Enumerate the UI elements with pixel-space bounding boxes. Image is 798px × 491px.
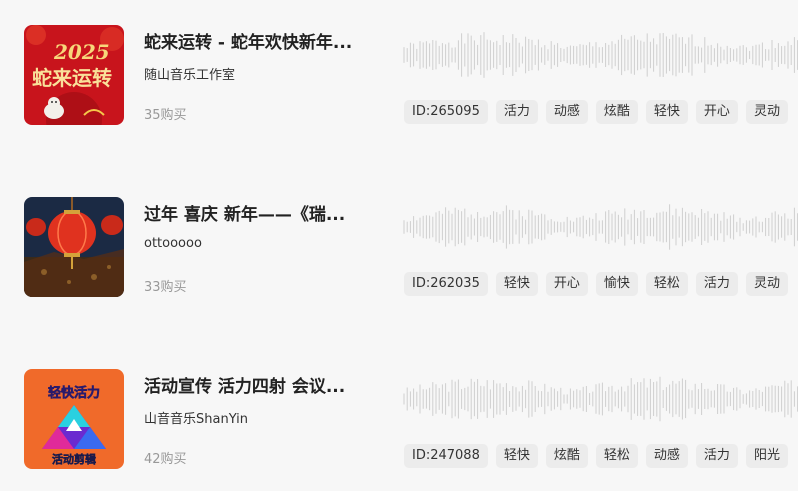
tag[interactable]: 炫酷 bbox=[545, 444, 588, 468]
tag[interactable]: 灵动 bbox=[745, 272, 788, 296]
cover-image[interactable]: 2025 蛇来运转 bbox=[24, 25, 124, 125]
track-title[interactable]: 过年 喜庆 新年——《瑞... bbox=[144, 200, 369, 225]
waveform[interactable] bbox=[400, 374, 798, 424]
triangle-logo-cover-icon: 轻快活力 活动剪辑 bbox=[24, 369, 124, 469]
tag-list: ID:262035 轻快 开心 愉快 轻松 活力 灵动 bbox=[404, 272, 788, 296]
tag[interactable]: 活力 bbox=[695, 444, 738, 468]
svg-text:轻快活力: 轻快活力 bbox=[48, 385, 100, 401]
waveform[interactable] bbox=[400, 202, 798, 252]
svg-text:活动剪辑: 活动剪辑 bbox=[52, 452, 96, 466]
tag[interactable]: 动感 bbox=[645, 444, 688, 468]
tag[interactable]: 活力 bbox=[495, 100, 538, 124]
tag[interactable]: 炫酷 bbox=[595, 100, 638, 124]
tag[interactable]: 愉快 bbox=[595, 272, 638, 296]
track-author[interactable]: ottooooo bbox=[144, 236, 202, 251]
tag[interactable]: 轻快 bbox=[645, 100, 688, 124]
snake-new-year-cover-icon: 2025 蛇来运转 bbox=[24, 25, 124, 125]
cover-image[interactable]: 轻快活力 活动剪辑 bbox=[24, 369, 124, 469]
track-title[interactable]: 活动宣传 活力四射 会议... bbox=[144, 372, 369, 397]
tag[interactable]: 轻快 bbox=[495, 444, 538, 468]
svg-text:2025: 2025 bbox=[53, 40, 110, 64]
waveform[interactable] bbox=[400, 30, 798, 80]
svg-text:蛇来运转: 蛇来运转 bbox=[32, 66, 112, 90]
cover-image[interactable] bbox=[24, 197, 124, 297]
tag[interactable]: 活力 bbox=[695, 272, 738, 296]
track-item[interactable]: 2025 蛇来运转 蛇来运转 - 蛇年欢快新年... 随山音乐工作室 35购买 … bbox=[0, 20, 798, 130]
tag[interactable]: 动感 bbox=[545, 100, 588, 124]
track-item[interactable]: 轻快活力 活动剪辑 活动宣传 活力四射 会议... 山音音乐ShanYin 42… bbox=[0, 364, 798, 474]
purchase-count: 42购买 bbox=[144, 452, 187, 467]
tag[interactable]: 灵动 bbox=[745, 100, 788, 124]
track-author[interactable]: 随山音乐工作室 bbox=[144, 64, 235, 83]
track-list: 2025 蛇来运转 蛇来运转 - 蛇年欢快新年... 随山音乐工作室 35购买 … bbox=[0, 0, 798, 491]
tag-list: ID:247088 轻快 炫酷 轻松 动感 活力 阳光 bbox=[404, 444, 788, 468]
tag[interactable]: 开心 bbox=[695, 100, 738, 124]
tag[interactable]: 阳光 bbox=[745, 444, 788, 468]
track-title[interactable]: 蛇来运转 - 蛇年欢快新年... bbox=[144, 28, 369, 53]
track-item[interactable]: 过年 喜庆 新年——《瑞... ottooooo 33购买 ID:262035 … bbox=[0, 192, 798, 302]
track-author[interactable]: 山音音乐ShanYin bbox=[144, 408, 248, 427]
tag[interactable]: 轻松 bbox=[595, 444, 638, 468]
purchase-count: 33购买 bbox=[144, 280, 187, 295]
track-id-tag[interactable]: ID:247088 bbox=[404, 444, 488, 468]
red-lanterns-cover-icon bbox=[24, 197, 124, 297]
tag[interactable]: 开心 bbox=[545, 272, 588, 296]
tag[interactable]: 轻松 bbox=[645, 272, 688, 296]
track-id-tag[interactable]: ID:262035 bbox=[404, 272, 488, 296]
tag-list: ID:265095 活力 动感 炫酷 轻快 开心 灵动 bbox=[404, 100, 788, 124]
tag[interactable]: 轻快 bbox=[495, 272, 538, 296]
purchase-count: 35购买 bbox=[144, 108, 187, 123]
track-id-tag[interactable]: ID:265095 bbox=[404, 100, 488, 124]
